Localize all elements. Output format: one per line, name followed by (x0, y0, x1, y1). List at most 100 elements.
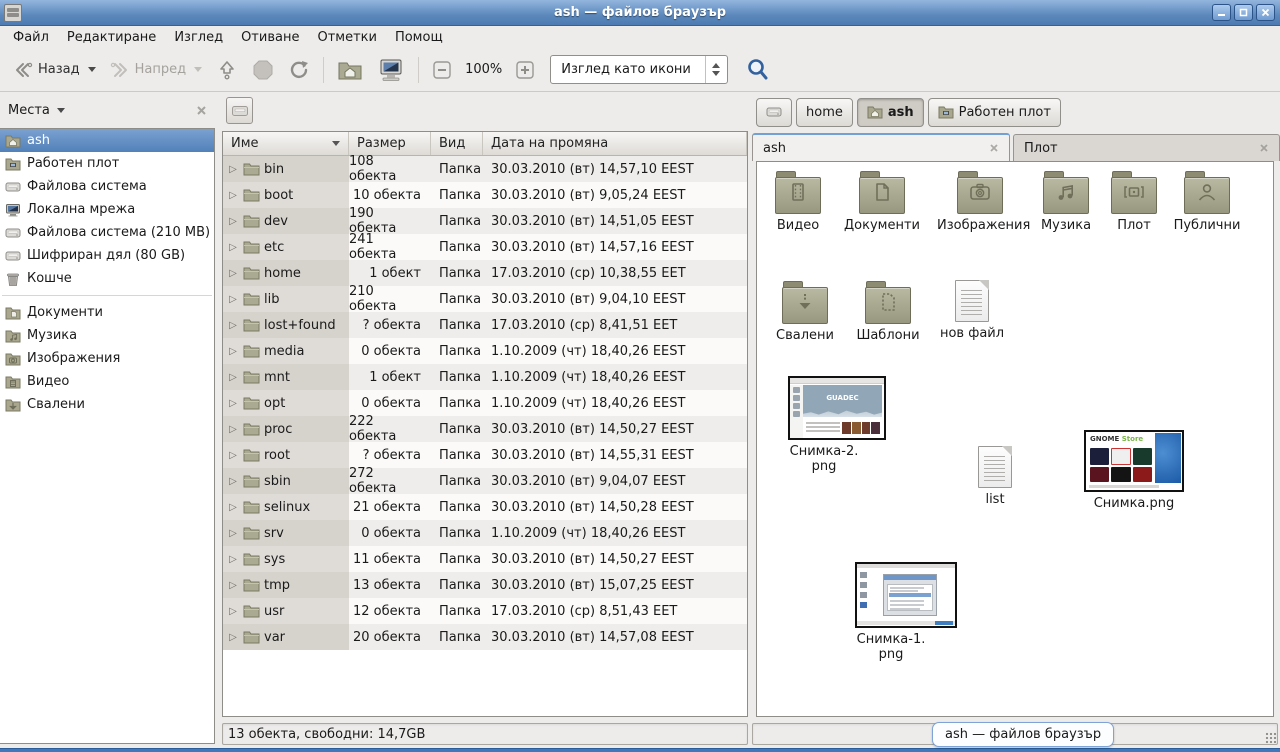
expander-icon[interactable]: ▷ (227, 424, 239, 435)
sidebar-item-filesystem-210mb[interactable]: Файлова система (210 MB) (0, 221, 214, 244)
icon-file-new-file[interactable]: нов файл (929, 280, 1015, 341)
menu-help[interactable]: Помощ (386, 28, 452, 47)
tree-row-bin[interactable]: ▷bin108 обектаПапка30.03.2010 (вт) 14,57… (223, 156, 747, 182)
expander-icon[interactable]: ▷ (227, 580, 239, 591)
minimize-button[interactable] (1212, 4, 1231, 21)
expander-icon[interactable]: ▷ (227, 528, 239, 539)
tree-row-sbin[interactable]: ▷sbin272 обектаПапка30.03.2010 (вт) 9,04… (223, 468, 747, 494)
breadcrumb-home[interactable]: home (796, 98, 853, 127)
expander-icon[interactable]: ▷ (227, 632, 239, 643)
tree-row-var[interactable]: ▷var20 обектаПапка30.03.2010 (вт) 14,57,… (223, 624, 747, 650)
expander-icon[interactable]: ▷ (227, 320, 239, 331)
tree-row-boot[interactable]: ▷boot10 обектаПапка30.03.2010 (вт) 9,05,… (223, 182, 747, 208)
tree-row-sys[interactable]: ▷sys11 обектаПапка30.03.2010 (вт) 14,50,… (223, 546, 747, 572)
icon-file-snimka-1[interactable]: Снимка-1.png (855, 562, 927, 662)
sidebar-item-local-network[interactable]: Локална мрежа (0, 198, 214, 221)
back-dropdown-icon[interactable] (88, 67, 96, 72)
forward-button[interactable]: Напред (103, 57, 209, 83)
icon-folder-video[interactable]: Видео (756, 170, 841, 233)
menu-go[interactable]: Отиване (232, 28, 308, 47)
icon-folder-templates[interactable]: Шаблони (845, 280, 931, 343)
column-header-type[interactable]: Вид (431, 132, 483, 155)
view-mode-select[interactable]: Изглед като икони (550, 55, 728, 84)
tree-row-selinux[interactable]: ▷selinux21 обектаПапка30.03.2010 (вт) 14… (223, 494, 747, 520)
expander-icon[interactable]: ▷ (227, 372, 239, 383)
icon-folder-public[interactable]: Публични (1164, 170, 1250, 233)
tree-pane-location-button[interactable] (226, 97, 253, 124)
sidebar-close-icon[interactable] (196, 105, 207, 116)
column-header-size[interactable]: Размер (349, 132, 431, 155)
up-button[interactable] (209, 55, 245, 85)
sidebar-item-trash[interactable]: Кошче (0, 267, 214, 290)
tree-row-etc[interactable]: ▷etc241 обектаПапка30.03.2010 (вт) 14,57… (223, 234, 747, 260)
expander-icon[interactable]: ▷ (227, 216, 239, 227)
sidebar-item-video[interactable]: Видео (0, 370, 214, 393)
breadcrumb-ash[interactable]: ash (857, 98, 924, 127)
forward-dropdown-icon[interactable] (194, 67, 202, 72)
reload-button[interactable] (281, 55, 317, 85)
expander-icon[interactable]: ▷ (227, 190, 239, 201)
expander-icon[interactable]: ▷ (227, 450, 239, 461)
maximize-button[interactable] (1234, 4, 1253, 21)
breadcrumb-desktop[interactable]: Работен плот (928, 98, 1061, 127)
menu-view[interactable]: Изглед (165, 28, 232, 47)
sidebar-item-encrypted-80gb[interactable]: Шифриран дял (80 GB) (0, 244, 214, 267)
tree-row-srv[interactable]: ▷srv0 обектаПапка1.10.2009 (чт) 18,40,26… (223, 520, 747, 546)
tree-row-root[interactable]: ▷root? обектаПапка30.03.2010 (вт) 14,55,… (223, 442, 747, 468)
back-button[interactable]: Назад (6, 57, 103, 83)
icon-file-snimka[interactable]: GNOME StoreСнимка.png (1076, 430, 1192, 511)
icon-folder-documents[interactable]: Документи (839, 170, 925, 233)
zoom-out-button[interactable] (425, 56, 459, 84)
places-header[interactable]: Места (8, 103, 50, 118)
expander-icon[interactable]: ▷ (227, 476, 239, 487)
tab-ash[interactable]: ash (752, 133, 1010, 161)
breadcrumb-root-drive[interactable] (756, 98, 792, 127)
expander-icon[interactable]: ▷ (227, 502, 239, 513)
sidebar-item-downloads[interactable]: Свалени (0, 393, 214, 416)
sidebar-item-desktop[interactable]: Работен плот (0, 152, 214, 175)
close-button[interactable] (1256, 4, 1275, 21)
sidebar-item-documents[interactable]: Документи (0, 301, 214, 324)
expander-icon[interactable]: ▷ (227, 346, 239, 357)
menu-edit[interactable]: Редактиране (58, 28, 165, 47)
column-header-date[interactable]: Дата на промяна (483, 132, 747, 155)
search-button[interactable] (738, 53, 778, 87)
tree-row-mnt[interactable]: ▷mnt1 обектПапка1.10.2009 (чт) 18,40,26 … (223, 364, 747, 390)
tree-row-dev[interactable]: ▷dev190 обектаПапка30.03.2010 (вт) 14,51… (223, 208, 747, 234)
sidebar-item-ash[interactable]: ash (0, 129, 214, 152)
tree-row-usr[interactable]: ▷usr12 обектаПапка17.03.2010 (ср) 8,51,4… (223, 598, 747, 624)
computer-button[interactable] (370, 54, 412, 86)
icon-folder-downloads[interactable]: Свалени (762, 280, 848, 343)
sidebar-item-filesystem[interactable]: Файлова система (0, 175, 214, 198)
tab-close-icon[interactable] (1259, 143, 1269, 153)
tab-close-icon[interactable] (989, 143, 999, 153)
expander-icon[interactable]: ▷ (227, 294, 239, 305)
column-header-name[interactable]: Име (223, 132, 349, 155)
home-button[interactable] (330, 55, 370, 85)
menu-file[interactable]: Файл (4, 28, 58, 47)
places-selector-icon[interactable] (57, 108, 65, 113)
expander-icon[interactable]: ▷ (227, 554, 239, 565)
expander-icon[interactable]: ▷ (227, 164, 239, 175)
tab-plot[interactable]: Плот (1013, 134, 1280, 161)
icon-file-snimka-2[interactable]: GUADECСнимка-2.png (788, 376, 860, 474)
expander-icon[interactable]: ▷ (227, 242, 239, 253)
icon-folder-pictures[interactable]: Изображения (937, 170, 1023, 233)
sidebar-item-pictures[interactable]: Изображения (0, 347, 214, 370)
tree-row-lib[interactable]: ▷lib210 обектаПапка30.03.2010 (вт) 9,04,… (223, 286, 747, 312)
tree-row-media[interactable]: ▷media0 обектаПапка1.10.2009 (чт) 18,40,… (223, 338, 747, 364)
tree-row-home[interactable]: ▷home1 обектПапка17.03.2010 (ср) 10,38,5… (223, 260, 747, 286)
zoom-in-button[interactable] (508, 56, 542, 84)
expander-icon[interactable]: ▷ (227, 606, 239, 617)
menu-bookmarks[interactable]: Отметки (308, 28, 385, 47)
stop-button[interactable] (245, 55, 281, 85)
sidebar-item-music[interactable]: Музика (0, 324, 214, 347)
icon-file-list[interactable]: list (965, 446, 1025, 507)
expander-icon[interactable]: ▷ (227, 268, 239, 279)
expander-icon[interactable]: ▷ (227, 398, 239, 409)
tree-row-tmp[interactable]: ▷tmp13 обектаПапка30.03.2010 (вт) 15,07,… (223, 572, 747, 598)
tree-row-opt[interactable]: ▷opt0 обектаПапка1.10.2009 (чт) 18,40,26… (223, 390, 747, 416)
tree-row-lost+found[interactable]: ▷lost+found? обектаПапка17.03.2010 (ср) … (223, 312, 747, 338)
view-mode-stepper[interactable] (705, 56, 727, 83)
resize-grip[interactable] (1265, 732, 1277, 744)
